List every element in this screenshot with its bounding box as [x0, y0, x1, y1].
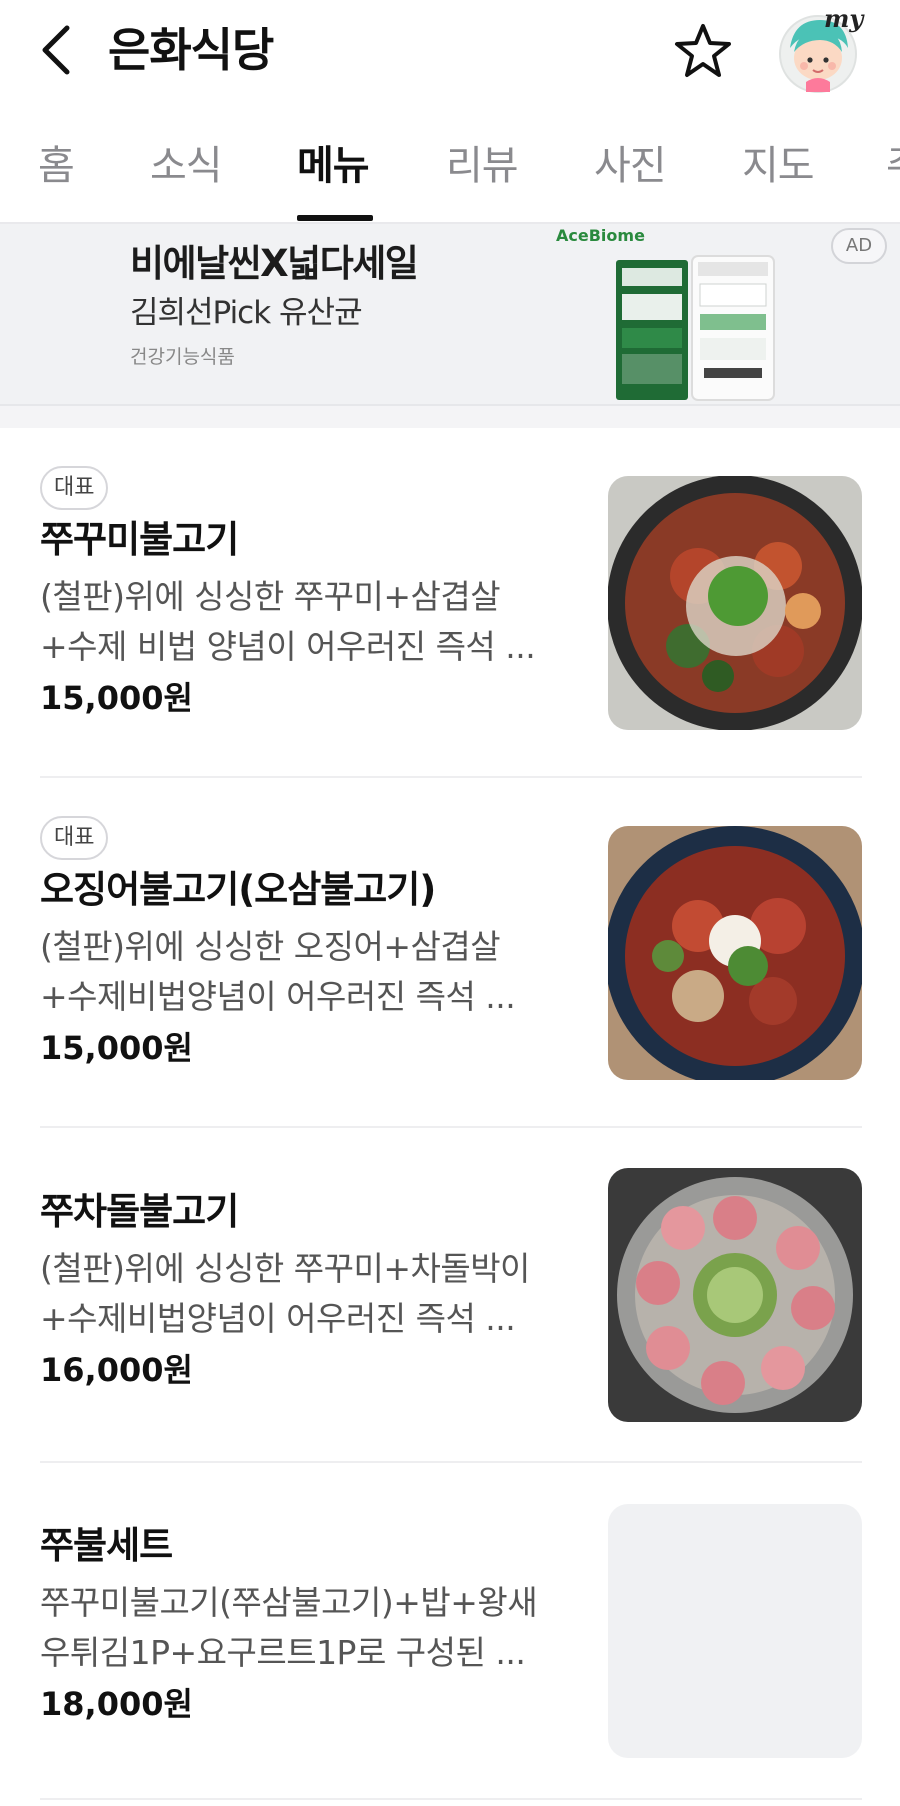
ad-product-image	[616, 255, 775, 401]
back-button[interactable]	[30, 18, 80, 82]
tab-review[interactable]: 리뷰	[446, 136, 519, 196]
tab-home[interactable]: 홈	[38, 136, 75, 196]
menu-item-photo	[608, 1168, 862, 1422]
menu-item[interactable]: 대표 오징어불고기(오삼불고기) (철판)위에 싱싱한 오징어+삼겹살 +수제비…	[40, 816, 862, 1080]
ad-badge: AD	[831, 228, 887, 264]
signature-badge: 대표	[40, 466, 109, 510]
tab-bar: 홈 소식 메뉴 리뷰 사진 지도 주	[0, 118, 900, 224]
menu-item-desc: +수제비법양념이 어우러진 즉석 ...	[40, 1299, 516, 1338]
tab-map[interactable]: 지도	[742, 136, 815, 196]
signature-badge: 대표	[40, 816, 109, 860]
menu-item[interactable]: 대표 쭈꾸미불고기 (철판)위에 싱싱한 쭈꾸미+삼겹살 +수제 비법 양념이 …	[40, 466, 862, 730]
menu-item-photo	[608, 826, 862, 1080]
star-outline-icon	[675, 24, 731, 77]
menu-item-desc: +수제 비법 양념이 어우러진 즉석 ...	[40, 627, 536, 666]
list-divider	[40, 776, 862, 778]
ad-title: 비에날씬X넓다세일	[130, 242, 419, 285]
menu-item-desc: (철판)위에 싱싱한 오징어+삼겹살	[40, 927, 501, 966]
menu-item[interactable]: 쭈차돌불고기 (철판)위에 싱싱한 쭈꾸미+차돌박이 +수제비법양념이 어우러진…	[40, 1168, 862, 1422]
ad-brand-logo: AceBiome	[556, 226, 645, 245]
menu-item-desc: 우튀김1P+요구르트1P로 구성된 ...	[40, 1633, 526, 1672]
ad-banner[interactable]: 비에날씬X넓다세일 김희선Pick 유산균 건강기능식품 AceBiome AD	[0, 224, 900, 406]
ad-category: 건강기능식품	[130, 346, 235, 368]
favorite-button[interactable]	[668, 18, 738, 84]
menu-item-desc: (철판)위에 싱싱한 쭈꾸미+차돌박이	[40, 1249, 530, 1288]
list-divider	[40, 1461, 862, 1463]
ad-subtitle: 김희선Pick 유산균	[130, 295, 363, 331]
menu-item-desc: +수제비법양념이 어우러진 즉석 ...	[40, 977, 516, 1016]
tab-photo[interactable]: 사진	[594, 136, 667, 196]
menu-item-desc: 쭈꾸미불고기(쭈삼불고기)+밥+왕새	[40, 1583, 538, 1622]
app-header: 은화식당 my	[0, 0, 900, 105]
page-title: 은화식당	[108, 23, 274, 77]
menu-item[interactable]: 쭈불세트 쭈꾸미불고기(쭈삼불고기)+밥+왕새 우튀김1P+요구르트1P로 구성…	[40, 1504, 862, 1758]
menu-item-photo-placeholder	[608, 1504, 862, 1758]
chevron-left-icon	[42, 25, 70, 75]
list-divider	[40, 1798, 862, 1800]
tab-menu[interactable]: 메뉴	[297, 136, 370, 196]
section-gap	[0, 406, 900, 428]
my-label: my	[824, 4, 864, 33]
menu-item-desc: (철판)위에 싱싱한 쭈꾸미+삼겹살	[40, 577, 501, 616]
menu-item-photo	[608, 476, 862, 730]
tab-active-indicator	[297, 215, 373, 221]
tab-news[interactable]: 소식	[150, 136, 223, 196]
list-divider	[40, 1126, 862, 1128]
my-profile-avatar[interactable]: my	[776, 4, 864, 94]
tab-more[interactable]: 주	[886, 136, 900, 196]
